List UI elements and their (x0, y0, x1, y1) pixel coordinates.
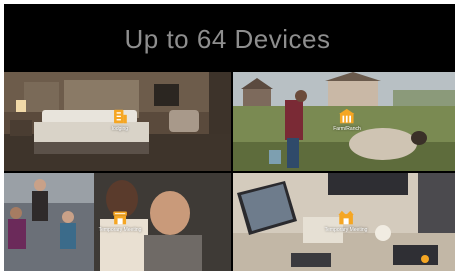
scene-tile-meeting-people: Temporary Meeting (4, 173, 231, 271)
scene-tile-farm: Farm/Ranch (233, 72, 455, 171)
meeting-label-right: Temporary Meeting (324, 227, 368, 233)
scene-tile-meeting-desk: Temporary Meeting (233, 173, 455, 271)
farm-icon (339, 108, 355, 124)
scene-tile-lodging: lodging (4, 72, 231, 171)
farm-badge: Farm/Ranch (333, 108, 361, 132)
hotel-icon (114, 109, 127, 124)
meeting-badge-right: Temporary Meeting (324, 209, 368, 233)
lodging-badge: lodging (112, 108, 129, 132)
lodging-label: lodging (111, 126, 129, 132)
meeting-label-left: Temporary Meeting (98, 227, 142, 233)
store-icon (113, 211, 127, 225)
farm-label: Farm/Ranch (333, 126, 361, 132)
meeting-badge-left: Temporary Meeting (98, 209, 142, 233)
banner-title: Up to 64 Devices (124, 24, 331, 54)
meeting-icon (338, 210, 354, 225)
